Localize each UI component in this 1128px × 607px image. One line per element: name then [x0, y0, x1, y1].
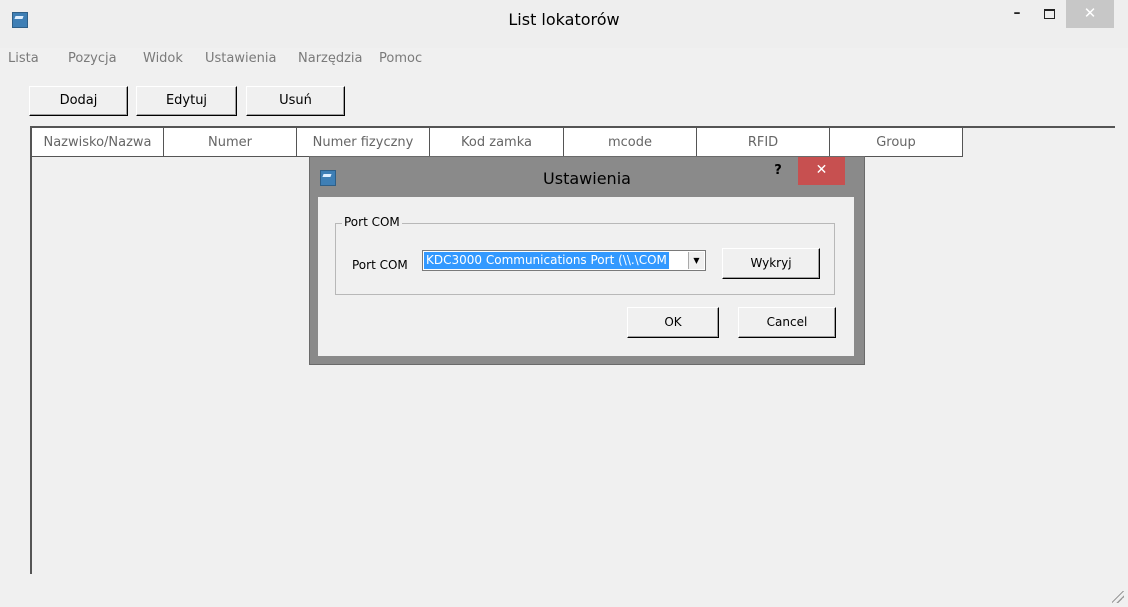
- menu-lista[interactable]: Lista: [8, 51, 39, 66]
- column-header-number[interactable]: Numer: [164, 128, 297, 157]
- help-button[interactable]: ?: [768, 161, 788, 181]
- chevron-down-icon[interactable]: ▼: [688, 252, 704, 269]
- column-header-name[interactable]: Nazwisko/Nazwa: [32, 128, 164, 157]
- dialog-body: Port COM Port COM KDC3000 Communications…: [318, 197, 854, 356]
- settings-dialog: Ustawienia ? ✕ Port COM Port COM KDC3000…: [309, 156, 865, 365]
- column-header-rfid[interactable]: RFID: [697, 128, 830, 157]
- detect-button[interactable]: Wykryj: [722, 248, 820, 279]
- column-header-group[interactable]: Group: [830, 128, 963, 157]
- port-com-value: KDC3000 Communications Port (\\.\COM: [424, 252, 669, 269]
- add-button[interactable]: Dodaj: [29, 86, 128, 116]
- dialog-close-button[interactable]: ✕: [798, 157, 845, 185]
- resize-grip-icon[interactable]: [1112, 591, 1124, 603]
- ok-button[interactable]: OK: [627, 307, 719, 338]
- left-margin: [0, 126, 30, 574]
- menu-bar: Lista Pozycja Widok Ustawienia Narzędzia…: [0, 48, 1128, 70]
- menu-ustawienia[interactable]: Ustawienia: [205, 51, 276, 66]
- right-margin: [1115, 126, 1128, 574]
- toolbar: Dodaj Edytuj Usuń: [0, 70, 1128, 126]
- port-com-label: Port COM: [352, 258, 408, 272]
- window-title: List lokatorów: [508, 10, 620, 29]
- minimize-button[interactable]: –: [1002, 0, 1032, 28]
- group-label: Port COM: [342, 215, 402, 229]
- delete-button[interactable]: Usuń: [246, 86, 345, 116]
- menu-pomoc[interactable]: Pomoc: [379, 51, 422, 66]
- title-bar: List lokatorów – ✕: [0, 0, 1128, 48]
- port-com-select[interactable]: KDC3000 Communications Port (\\.\COM ▼: [422, 250, 706, 271]
- column-header-lockcode[interactable]: Kod zamka: [430, 128, 564, 157]
- cancel-button[interactable]: Cancel: [738, 307, 836, 338]
- maximize-button[interactable]: [1034, 0, 1064, 28]
- menu-narzedzia[interactable]: Narzędzia: [298, 51, 363, 66]
- column-header-mcode[interactable]: mcode: [564, 128, 697, 157]
- maximize-icon: [1043, 9, 1055, 19]
- status-area: [0, 574, 1128, 607]
- close-button[interactable]: ✕: [1066, 0, 1114, 28]
- menu-pozycja[interactable]: Pozycja: [68, 51, 117, 66]
- column-header-physical[interactable]: Numer fizyczny: [297, 128, 430, 157]
- dialog-title-bar: Ustawienia ? ✕: [310, 157, 864, 197]
- port-com-group: Port COM Port COM KDC3000 Communications…: [335, 215, 835, 295]
- menu-widok[interactable]: Widok: [143, 51, 183, 66]
- edit-button[interactable]: Edytuj: [136, 86, 237, 116]
